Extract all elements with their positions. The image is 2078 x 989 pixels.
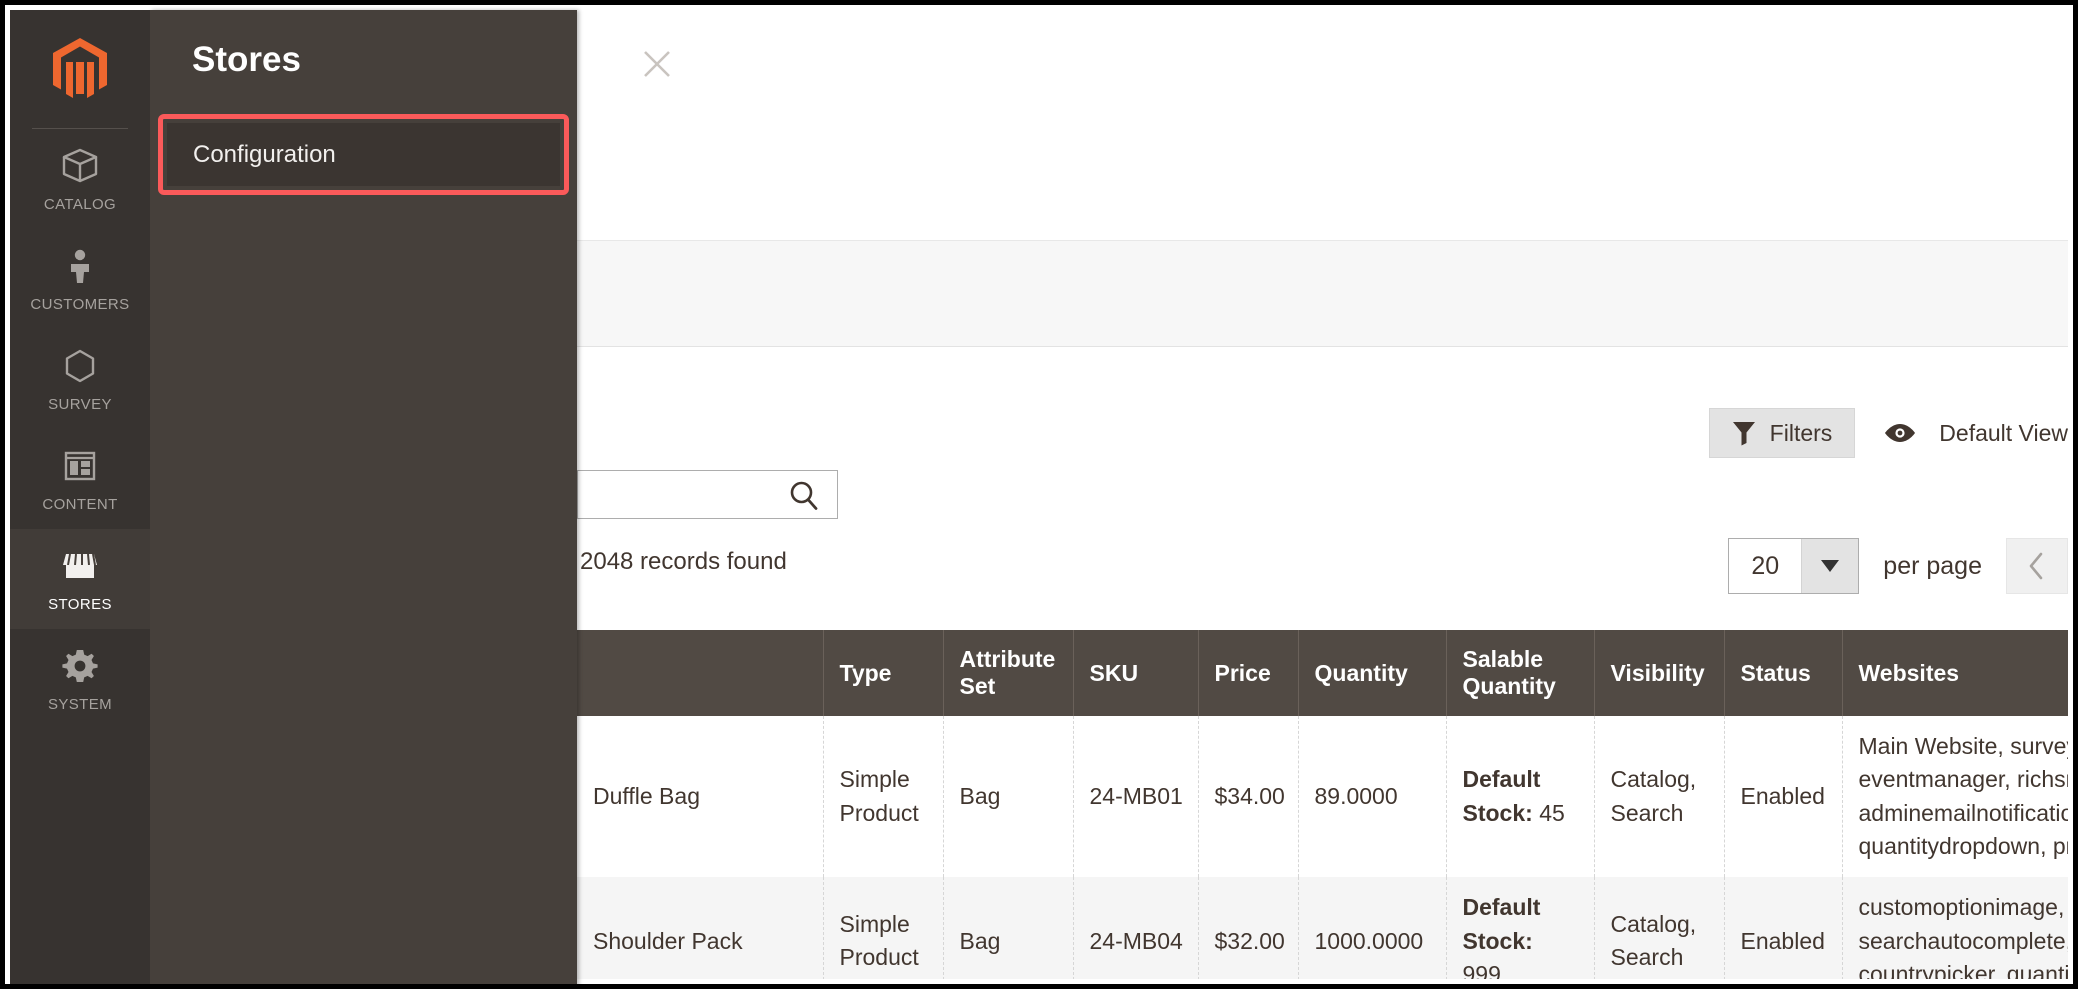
cell-quantity: 1000.0000 [1298,877,1447,979]
magento-logo-glyph [53,38,107,98]
sidebar-item-label: CATALOG [43,196,117,213]
flyout-menu: Configuration [150,114,577,195]
hexagon-icon [65,349,95,383]
storefront-icon [63,553,97,578]
salable-stock-value: 999 [1462,961,1501,979]
close-icon[interactable] [635,42,679,86]
cell-sku: 24-MB04 [1073,877,1199,979]
sidebar-item-label: STORES [48,596,112,613]
per-page-label: per page [1883,551,1982,580]
cell-name: Shoulder Pack [577,877,824,979]
table-row[interactable]: Duffle Bag Simple Product Bag 24-MB01 $3… [577,716,2068,878]
person-icon [71,249,89,283]
column-header-websites[interactable]: Websites [1842,630,2068,716]
per-page-select[interactable]: 20 [1728,538,1860,594]
chevron-left-icon [2029,552,2043,580]
eye-icon [1885,424,1916,442]
cell-sku: 24-MB01 [1073,716,1199,878]
sidebar-item-stores[interactable]: STORES [10,529,150,629]
page-subheader-band [577,240,2068,347]
sidebar-item-label: CONTENT [42,496,118,513]
cell-websites: Main Website, survey, customoptionimage,… [1842,716,2068,878]
flyout-item-configuration-highlight: Configuration [158,114,569,195]
salable-stock-label: Default Stock: [1462,766,1541,826]
cell-visibility: Catalog, Search [1594,877,1725,979]
sidebar-item-customers[interactable]: CUSTOMERS [10,229,150,329]
column-header-type[interactable]: Type [823,630,944,716]
salable-stock-value: 45 [1539,799,1565,826]
column-header-visibility[interactable]: Visibility [1594,630,1725,716]
magento-logo-icon[interactable] [10,10,150,128]
sidebar-item-label: SYSTEM [47,696,113,713]
column-header-name[interactable] [577,630,824,716]
cell-salable-quantity: Default Stock: 45 [1446,716,1595,878]
per-page-value: 20 [1729,539,1802,593]
product-grid-page: Filters Default View 2048 records found [577,10,2068,979]
close-glyph [644,51,670,77]
filters-label: Filters [1769,419,1833,446]
magento-admin-screen: CATALOG CUSTOMERS SURVEY CONTENT STORES … [0,0,2078,989]
magnifier-glyph [790,481,818,510]
cell-salable-quantity: Default Stock: 999 [1446,877,1595,979]
view-bookmarks-switch[interactable]: Default View [1883,420,2068,447]
flyout-header: Stores [150,10,670,118]
filters-button[interactable]: Filters [1708,408,1856,458]
flyout-item-configuration[interactable]: Configuration [167,123,560,186]
cell-name: Duffle Bag [577,716,824,878]
table-row[interactable]: Shoulder Pack Simple Product Bag 24-MB04… [577,877,2068,979]
column-header-quantity[interactable]: Quantity [1298,630,1447,716]
column-header-price[interactable]: Price [1198,630,1299,716]
salable-stock-label: Default Stock: [1462,894,1541,954]
view-label: Default View [1939,419,2068,446]
sidebar-item-system[interactable]: SYSTEM [10,629,150,729]
sidebar-item-content[interactable]: CONTENT [10,429,150,529]
box-icon [62,148,98,183]
keyword-search-field[interactable] [577,470,838,519]
flyout-item-label: Configuration [193,140,336,168]
column-header-attribute-set[interactable]: Attribute Set [943,630,1074,716]
cell-quantity: 89.0000 [1298,716,1447,878]
cell-attribute-set: Bag [943,877,1074,979]
column-header-status[interactable]: Status [1724,630,1843,716]
flyout-title: Stores [192,40,301,79]
grid-toolbar: Filters Default View [577,408,2068,458]
stores-flyout-panel: Stores Configuration [150,10,670,984]
grid-pager: 20 per page [1728,538,2068,594]
sidebar-item-catalog[interactable]: CATALOG [10,129,150,229]
layout-icon [64,451,96,481]
sidebar-item-label: SURVEY [48,396,112,413]
admin-sidebar-rail: CATALOG CUSTOMERS SURVEY CONTENT STORES … [10,10,150,984]
gear-icon [62,650,98,682]
chevron-down-icon[interactable] [1801,539,1859,593]
cell-price: $32.00 [1198,877,1299,979]
column-header-sku[interactable]: SKU [1073,630,1199,716]
funnel-icon [1732,422,1755,446]
cell-type: Simple Product [823,877,944,979]
cell-status: Enabled [1724,716,1843,878]
cell-type: Simple Product [823,716,944,878]
table-header-row: Type Attribute Set SKU Price Quantity Sa… [577,630,2068,716]
records-found-label: 2048 records found [580,548,787,575]
cell-status: Enabled [1724,877,1843,979]
cell-visibility: Catalog, Search [1594,716,1725,878]
sidebar-item-survey[interactable]: SURVEY [10,329,150,429]
cell-websites: customoptionimage, richsnippets, searcha… [1842,877,2068,979]
search-icon[interactable] [787,479,821,518]
cell-attribute-set: Bag [943,716,1074,878]
products-grid: Type Attribute Set SKU Price Quantity Sa… [577,630,2068,979]
sidebar-item-label: CUSTOMERS [30,296,130,313]
column-header-salable-quantity[interactable]: Salable Quantity [1446,630,1595,716]
cell-price: $34.00 [1198,716,1299,878]
previous-page-button[interactable] [2006,538,2068,594]
